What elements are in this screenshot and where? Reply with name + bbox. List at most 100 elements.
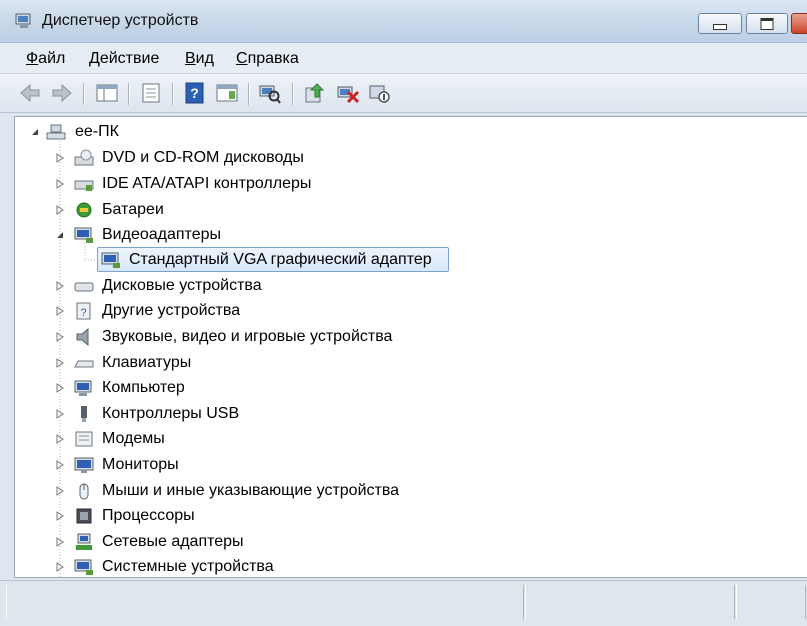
tree-item-label: Мониторы: [102, 456, 179, 473]
tree-item-batteries[interactable]: Батареи: [15, 198, 515, 222]
collapse-arrow-icon[interactable]: [30, 127, 40, 137]
tree-item-label: IDE ATA/ATAPI контроллеры: [102, 175, 312, 192]
menu-view[interactable]: Вид: [185, 50, 214, 68]
tree-item-keyboards[interactable]: Клавиатуры: [15, 351, 515, 375]
tree-item-label: Системные устройства: [102, 558, 274, 575]
status-pane-secondary: [525, 585, 735, 619]
tree-item-network[interactable]: Сетевые адаптеры: [15, 530, 515, 554]
tree-item-vga-adapter[interactable]: Стандартный VGA графический адаптер: [15, 248, 515, 272]
help-icon[interactable]: ?: [183, 82, 207, 104]
tree-item-display-adapters[interactable]: Видеоадаптеры: [15, 223, 515, 247]
tree-item-modems[interactable]: Модемы: [15, 427, 515, 451]
minimize-icon: [713, 23, 727, 30]
dvd-drive-icon: [74, 149, 94, 166]
usb-icon: [81, 406, 87, 422]
svg-text:?: ?: [190, 85, 199, 101]
ide-controller-icon: [74, 180, 94, 191]
tree-item-label: Клавиатуры: [102, 354, 192, 371]
tree-item-label: Дисковые устройства: [102, 277, 262, 294]
properties-icon[interactable]: [139, 82, 163, 104]
status-bar: [0, 580, 807, 626]
menu-action-accel: Д: [89, 50, 100, 67]
maximize-icon: [760, 17, 774, 30]
tree-item-ide[interactable]: IDE ATA/ATAPI контроллеры: [15, 172, 515, 196]
expand-arrow-icon[interactable]: [55, 460, 65, 470]
action-pane-icon[interactable]: [215, 82, 239, 104]
menu-view-label: ид: [195, 50, 214, 67]
tree-item-label: Контроллеры USB: [102, 405, 240, 422]
tree-item-label: Батареи: [102, 201, 164, 218]
expand-arrow-icon[interactable]: [55, 562, 65, 572]
menu-help-label: правка: [247, 50, 299, 67]
vga-adapter-icon: [101, 252, 120, 268]
expand-arrow-icon[interactable]: [55, 179, 65, 189]
tree-item-system-devices[interactable]: Системные устройства: [15, 555, 515, 577]
tree-item-usb[interactable]: Контроллеры USB: [15, 402, 515, 426]
expand-arrow-icon[interactable]: [55, 332, 65, 342]
title-bar: Диспетчер устройств: [0, 0, 807, 43]
speaker-icon: [76, 328, 89, 346]
status-pane-tertiary: [736, 585, 806, 619]
toolbar-separator: [172, 83, 174, 105]
tree-root[interactable]: ee-ПК: [15, 120, 315, 144]
modem-icon: [75, 431, 93, 447]
window-title: Диспетчер устройств: [42, 12, 199, 29]
tree-item-label: Мыши и иные указывающие устройства: [102, 482, 400, 499]
menu-action-label: ействие: [99, 50, 160, 67]
menu-view-accel: В: [185, 50, 196, 67]
menu-bar: Файл Действие Вид Справка: [0, 43, 807, 74]
uninstall-icon[interactable]: [336, 82, 360, 104]
device-tree: ee-ПК DVD и CD-ROM дисководы IDE ATA/ATA…: [14, 116, 807, 578]
mouse-icon: [79, 483, 89, 500]
menu-file[interactable]: Файл: [26, 50, 65, 68]
toolbar: ?: [0, 74, 807, 113]
tree-item-processors[interactable]: Процессоры: [15, 504, 515, 528]
tree-item-computer[interactable]: Компьютер: [15, 376, 515, 400]
menu-action[interactable]: Действие: [89, 50, 159, 68]
battery-icon: [76, 202, 92, 218]
scan-hardware-icon[interactable]: [258, 82, 282, 104]
maximize-button[interactable]: [746, 13, 788, 34]
forward-arrow-icon[interactable]: [50, 82, 74, 104]
display-adapter-icon: [74, 227, 93, 243]
tree-item-dvd[interactable]: DVD и CD-ROM дисководы: [15, 146, 515, 170]
tree-item-sound[interactable]: Звуковые, видео и игровые устройства: [15, 325, 515, 349]
expand-arrow-icon[interactable]: [55, 281, 65, 291]
status-pane-main: [6, 585, 524, 619]
tree-item-disk-drives[interactable]: Дисковые устройства: [15, 274, 515, 298]
expand-arrow-icon[interactable]: [55, 537, 65, 547]
toolbar-separator: [83, 83, 85, 105]
expand-arrow-icon[interactable]: [55, 153, 65, 163]
close-button[interactable]: [791, 13, 807, 34]
expand-arrow-icon[interactable]: [55, 434, 65, 444]
expand-arrow-icon[interactable]: [55, 383, 65, 393]
tree-item-label: Звуковые, видео и игровые устройства: [102, 328, 393, 345]
computer-icon: [74, 380, 92, 396]
tree-item-label: Стандартный VGA графический адаптер: [129, 251, 432, 268]
collapse-arrow-icon[interactable]: [55, 230, 65, 240]
expand-arrow-icon[interactable]: [55, 358, 65, 368]
tree-item-other-devices[interactable]: ? Другие устройства: [15, 299, 515, 323]
menu-help[interactable]: Справка: [236, 50, 299, 68]
tree-item-mice[interactable]: Мыши и иные указывающие устройства: [15, 479, 515, 503]
expand-arrow-icon[interactable]: [55, 486, 65, 496]
tree-item-label: Модемы: [102, 430, 165, 447]
unknown-device-icon: ?: [76, 302, 91, 320]
back-arrow-icon[interactable]: [18, 82, 42, 104]
update-driver-icon[interactable]: [303, 82, 327, 104]
tree-item-label: Видеоадаптеры: [102, 226, 221, 243]
disable-device-icon[interactable]: [368, 82, 392, 104]
minimize-button[interactable]: [698, 13, 742, 34]
tree-item-label: Другие устройства: [102, 302, 241, 319]
console-tree-icon[interactable]: [95, 82, 119, 104]
tree-item-label: DVD и CD-ROM дисководы: [102, 149, 304, 166]
expand-arrow-icon[interactable]: [55, 205, 65, 215]
tree-item-monitors[interactable]: Мониторы: [15, 453, 515, 477]
monitor-icon: [74, 457, 94, 473]
expand-arrow-icon[interactable]: [55, 306, 65, 316]
expand-arrow-icon[interactable]: [55, 409, 65, 419]
expand-arrow-icon[interactable]: [55, 511, 65, 521]
processor-icon: [76, 508, 92, 524]
svg-text:?: ?: [80, 307, 86, 319]
menu-help-accel: С: [236, 50, 248, 67]
